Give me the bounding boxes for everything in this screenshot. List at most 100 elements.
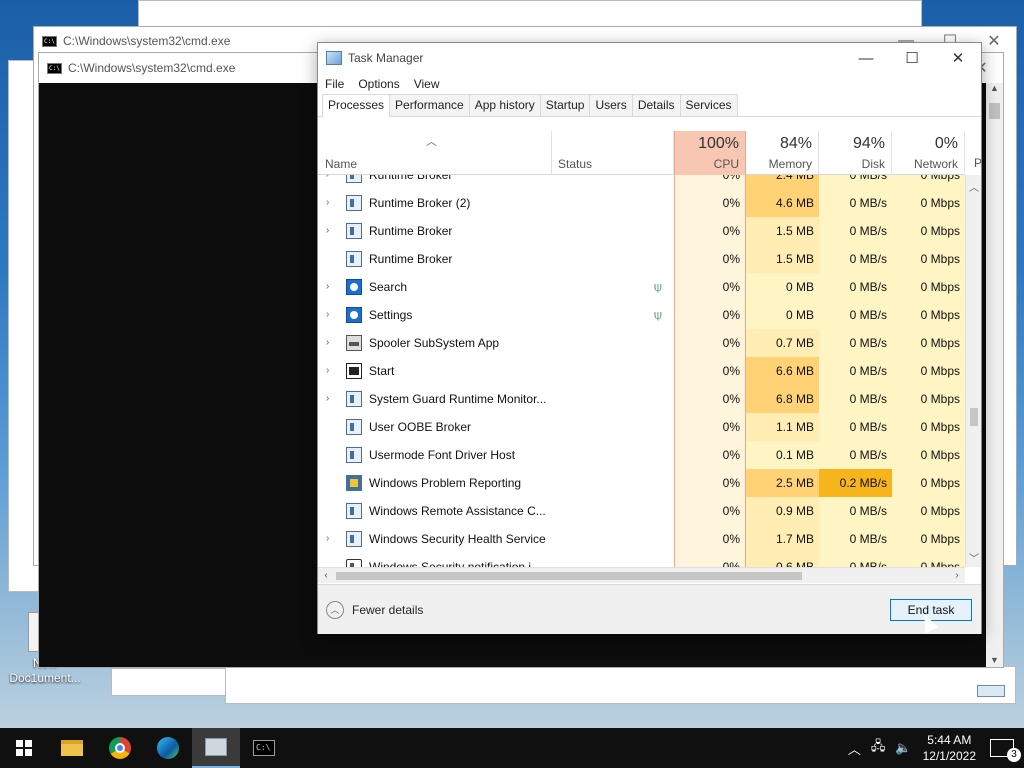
expand-chevron-icon[interactable]: › xyxy=(326,329,336,357)
expand-chevron-icon[interactable]: › xyxy=(326,175,336,189)
tab-processes[interactable]: Processes xyxy=(322,94,391,117)
column-name[interactable]: ︿ Name xyxy=(318,131,552,175)
warning-icon xyxy=(346,475,362,491)
process-name: Usermode Font Driver Host xyxy=(369,448,516,462)
scroll-right-arrow[interactable]: › xyxy=(949,568,965,584)
scroll-up-arrow[interactable]: ▲ xyxy=(986,83,1003,93)
menu-file[interactable]: File xyxy=(325,77,344,91)
minimize-button[interactable]: — xyxy=(843,50,889,67)
network-value: 0 Mbps xyxy=(892,273,965,301)
scroll-up-arrow[interactable]: ︿ xyxy=(966,179,982,194)
edge-icon xyxy=(157,737,179,759)
expand-chevron-icon[interactable]: › xyxy=(326,357,336,385)
volume-icon[interactable]: 🔈 xyxy=(895,740,911,756)
network-icon[interactable]: 🖧 xyxy=(871,737,886,759)
network-value: 0 Mbps xyxy=(892,413,965,441)
tab-services[interactable]: Services xyxy=(679,94,738,116)
maximize-button[interactable]: ☐ xyxy=(889,49,935,67)
network-value: 0 Mbps xyxy=(892,217,965,245)
table-row[interactable]: Windows Security notification i... 0% 0.6 … xyxy=(318,553,965,567)
horizontal-scrollbar[interactable]: ‹ › xyxy=(318,567,965,583)
scroll-thumb[interactable] xyxy=(970,408,978,426)
table-row[interactable]: › Windows Security Health Service 0% 1.7 MB… xyxy=(318,525,965,553)
disk-value: 0 MB/s xyxy=(819,273,892,301)
column-cpu[interactable]: 100% CPU xyxy=(674,131,746,175)
chevron-up-icon[interactable]: ︿ xyxy=(848,739,861,758)
taskbar-file-explorer[interactable] xyxy=(48,728,96,768)
taskbar-edge[interactable] xyxy=(144,728,192,768)
expand-chevron-icon[interactable]: › xyxy=(326,301,336,329)
taskbar-chrome[interactable] xyxy=(96,728,144,768)
table-row[interactable]: › Runtime Broker 0%2.4 MB0 MB/s0 Mbps xyxy=(318,175,965,189)
taskbar-cmd[interactable]: C:\ xyxy=(240,728,288,768)
cmd-icon: C:\ xyxy=(42,35,57,47)
menu-options[interactable]: Options xyxy=(358,77,399,91)
expand-chevron-icon[interactable]: › xyxy=(326,273,336,301)
disk-value: 0 MB/s xyxy=(819,357,892,385)
table-row[interactable]: Windows Remote Assistance C... 0% 0.9 MB 0 … xyxy=(318,497,965,525)
leaf-icon: ⍦ xyxy=(654,279,662,294)
task-manager-window[interactable]: Task Manager — ☐ ✕ File Options View Pro… xyxy=(317,42,982,634)
console-scrollbar[interactable]: ▲ ▼ xyxy=(986,83,1003,667)
column-network[interactable]: 0% Network xyxy=(892,131,965,175)
cpu-value: 0% xyxy=(674,217,746,245)
column-memory[interactable]: 84% Memory xyxy=(746,131,819,175)
tab-app-history[interactable]: App history xyxy=(468,94,541,116)
close-button[interactable]: ✕ xyxy=(935,49,981,67)
disk-value: 0 MB/s xyxy=(819,525,892,553)
tab-performance[interactable]: Performance xyxy=(389,94,470,116)
scroll-down-arrow[interactable]: ▼ xyxy=(986,655,1003,665)
column-status[interactable]: Status xyxy=(552,131,674,175)
table-row[interactable]: › Settings ⍦ 0% 0 MB 0 MB/s 0 Mbps xyxy=(318,301,965,329)
expand-chevron-icon[interactable]: › xyxy=(326,525,336,553)
title-bar[interactable]: Task Manager — ☐ ✕ xyxy=(318,43,981,73)
disk-value: 0 MB/s xyxy=(819,217,892,245)
table-row[interactable]: › Start 0% 6.6 MB 0 MB/s 0 Mbps xyxy=(318,357,965,385)
app-icon xyxy=(346,391,362,407)
expand-chevron-icon[interactable]: › xyxy=(326,189,336,217)
column-disk[interactable]: 94% Disk xyxy=(819,131,892,175)
memory-value: 6.6 MB xyxy=(746,357,819,385)
menu-view[interactable]: View xyxy=(414,77,440,91)
disk-value: 0 MB/s xyxy=(819,175,892,189)
gear-icon xyxy=(346,307,362,323)
memory-value: 6.8 MB xyxy=(746,385,819,413)
scroll-down-arrow[interactable]: ﹀ xyxy=(966,550,982,565)
expand-chevron-icon[interactable]: › xyxy=(326,385,336,413)
table-row[interactable]: › Spooler SubSystem App 0% 0.7 MB 0 MB/s 0 Mb… xyxy=(318,329,965,357)
table-row[interactable]: Windows Problem Reporting 0% 2.5 MB 0.2 MB/… xyxy=(318,469,965,497)
scroll-left-arrow[interactable]: ‹ xyxy=(318,568,334,584)
view-toggle-icon[interactable] xyxy=(977,685,1005,697)
app-icon xyxy=(346,531,362,547)
table-row[interactable]: User OOBE Broker 0% 1.1 MB 0 MB/s 0 Mbps xyxy=(318,413,965,441)
memory-value: 2.4 MB xyxy=(746,175,819,189)
table-row[interactable]: › Search ⍦ 0% 0 MB 0 MB/s 0 Mbps xyxy=(318,273,965,301)
table-row[interactable]: Usermode Font Driver Host 0% 0.1 MB 0 MB/s 0… xyxy=(318,441,965,469)
network-value: 0 Mbps xyxy=(892,245,965,273)
cpu-value: 0% xyxy=(674,273,746,301)
start-button[interactable] xyxy=(0,728,48,768)
taskbar-task-manager[interactable] xyxy=(192,728,240,768)
cmd-window-title: C:\Windows\system32\cmd.exe xyxy=(63,34,231,48)
table-row[interactable]: › Runtime Broker (2) 0% 4.6 MB 0 MB/s 0 Mbps xyxy=(318,189,965,217)
clock[interactable]: 5:44 AM 12/1/2022 xyxy=(923,732,976,764)
cpu-value: 0% xyxy=(674,525,746,553)
cpu-value: 0% xyxy=(674,497,746,525)
disk-value: 0 MB/s xyxy=(819,441,892,469)
fewer-details-button[interactable]: ︿ Fewer details xyxy=(326,601,423,619)
notification-icon[interactable]: 3 xyxy=(990,739,1021,762)
table-row[interactable]: › Runtime Broker 0% 1.5 MB 0 MB/s 0 Mbps xyxy=(318,217,965,245)
process-list-scrollbar[interactable]: ︿ ﹀ xyxy=(965,175,981,567)
tab-users[interactable]: Users xyxy=(589,94,633,116)
expand-chevron-icon[interactable]: › xyxy=(326,217,336,245)
process-name: System Guard Runtime Monitor... xyxy=(369,392,547,406)
tab-startup[interactable]: Startup xyxy=(539,94,591,116)
table-row[interactable]: › System Guard Runtime Monitor... 0% 6.8 MB… xyxy=(318,385,965,413)
horizontal-scroll-thumb[interactable] xyxy=(336,572,802,580)
task-manager-icon xyxy=(326,51,342,65)
tab-details[interactable]: Details xyxy=(631,94,681,116)
cpu-value: 0% xyxy=(674,329,746,357)
scroll-thumb[interactable] xyxy=(989,103,1000,119)
table-row[interactable]: Runtime Broker 0% 1.5 MB 0 MB/s 0 Mbps xyxy=(318,245,965,273)
cmd-icon: C:\ xyxy=(253,740,275,756)
